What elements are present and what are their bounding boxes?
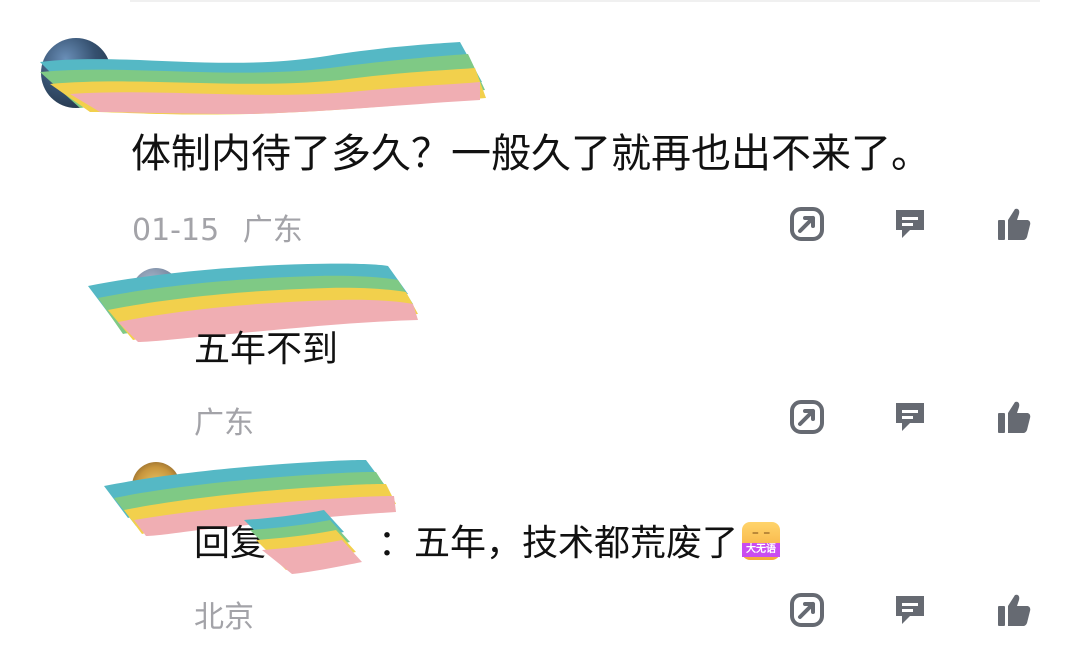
share-button[interactable]: [787, 397, 827, 437]
redacted-username: [40, 42, 486, 115]
share-icon: [790, 593, 824, 627]
comment-meta: 01-15 广东: [132, 205, 303, 249]
reply-location: 北京: [194, 600, 254, 635]
reply-colon: ：: [378, 523, 415, 564]
comment-date: 01-15: [132, 213, 220, 248]
reply-button[interactable]: [890, 590, 930, 630]
comment-text: 体制内待了多久？一般久了就再也出不来了。: [131, 131, 931, 177]
redacted-mention-mask: [244, 510, 362, 574]
like-button[interactable]: [994, 397, 1034, 437]
reply-text: 五年不到: [194, 329, 339, 370]
divider: [130, 0, 1040, 2]
thumbs-up-icon: [998, 594, 1031, 626]
comment-location: 广东: [242, 213, 303, 248]
comment-icon: [896, 596, 924, 624]
thumbs-up-icon: [998, 208, 1031, 240]
emoji-sticker: – – 大无语: [742, 522, 781, 560]
like-button[interactable]: [994, 204, 1034, 244]
reply-body: 五年，技术都荒废了: [414, 523, 739, 564]
share-button[interactable]: [787, 204, 827, 244]
share-icon: [790, 207, 824, 241]
reply-button[interactable]: [890, 397, 930, 437]
emoji-label: 大无语: [742, 543, 781, 557]
thumbs-up-icon: [998, 401, 1031, 433]
comment-icon: [896, 210, 924, 238]
share-icon: [790, 400, 824, 434]
reply-location: 广东: [194, 406, 254, 441]
like-button[interactable]: [994, 590, 1034, 630]
share-button[interactable]: [787, 590, 827, 630]
comment-icon: [896, 403, 924, 431]
reply-button[interactable]: [890, 204, 930, 244]
